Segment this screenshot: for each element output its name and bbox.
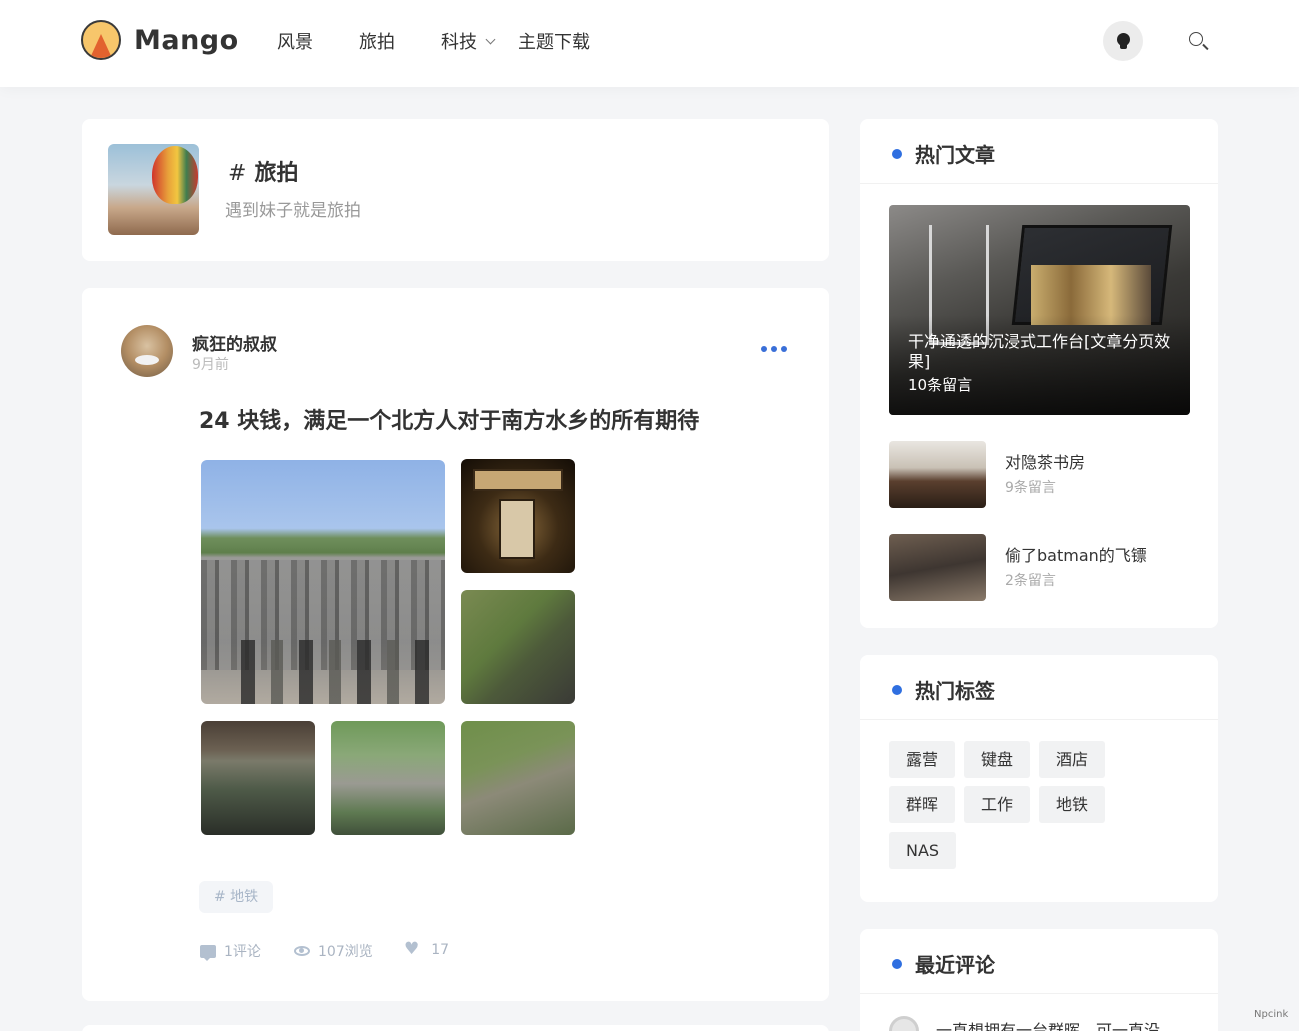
tag-item[interactable]: 酒店 <box>1039 741 1106 778</box>
hot-post-count: 9条留言 <box>1005 480 1056 496</box>
tag-item[interactable]: NAS <box>889 832 957 869</box>
hot-post-title: 偷了batman的飞镖 <box>1005 546 1147 565</box>
mango-logo-icon <box>81 20 121 60</box>
post-tag[interactable]: # 地铁 <box>199 881 274 913</box>
lightbulb-icon <box>1116 32 1130 49</box>
heart-icon: ♥ <box>404 939 420 959</box>
painting-detail <box>499 499 535 559</box>
bullet-dot-icon <box>892 685 902 695</box>
widget-title: 热门标签 <box>915 679 995 703</box>
tag-item[interactable]: 露营 <box>889 741 956 778</box>
post-photo[interactable] <box>331 721 445 835</box>
search-icon <box>1189 32 1203 46</box>
next-post-card <box>82 1025 829 1031</box>
more-dot-icon <box>781 346 787 352</box>
comment-icon <box>200 944 216 961</box>
chevron-down-icon <box>485 34 496 44</box>
nav-item-scenery[interactable]: 风景 <box>277 28 313 54</box>
category-name: 旅拍 <box>254 161 299 186</box>
nav-item-travel[interactable]: 旅拍 <box>359 28 395 54</box>
view-count-label: 107浏览 <box>318 944 373 960</box>
author-avatar[interactable] <box>121 325 173 377</box>
site-logo[interactable]: Mango <box>81 20 239 60</box>
post-time: 9月前 <box>192 357 229 373</box>
like-button[interactable]: ♥ 17 <box>404 941 449 958</box>
more-dot-icon <box>761 346 767 352</box>
widget-header: 最近评论 <box>860 929 1218 994</box>
hot-post-item[interactable]: 偷了batman的飞镖 2条留言 <box>889 534 1189 601</box>
category-thumbnail <box>108 144 199 235</box>
brand-name: Mango <box>134 24 239 56</box>
search-icon-handle <box>1202 43 1209 51</box>
widget-header: 热门标签 <box>860 655 1218 720</box>
widget-title: 最近评论 <box>915 953 995 977</box>
post-photo[interactable] <box>201 460 445 704</box>
category-description: 遇到妹子就是旅拍 <box>225 201 361 221</box>
comment-count-label: 1评论 <box>224 944 261 960</box>
featured-post[interactable]: 干净通透的沉浸式工作台[文章分页效果] 10条留言 <box>889 205 1190 415</box>
hot-air-balloon-image <box>152 146 198 204</box>
hot-post-thumbnail <box>889 441 986 508</box>
tag-item[interactable]: 工作 <box>964 786 1031 823</box>
post-photo[interactable] <box>461 721 575 835</box>
more-options-button[interactable] <box>761 346 787 352</box>
recent-comment-text[interactable]: 一直想拥有一台群晖，可一直没 <box>936 1017 1160 1031</box>
theme-toggle-button[interactable] <box>1103 21 1143 61</box>
category-card <box>82 119 829 261</box>
search-button[interactable] <box>1187 30 1209 52</box>
more-dot-icon <box>771 346 777 352</box>
site-header: Mango 风景 旅拍 科技 主题下载 <box>0 0 1299 87</box>
nav-item-tech-label: 科技 <box>441 32 477 53</box>
nav-item-tech[interactable]: 科技 <box>441 28 496 54</box>
category-title: # 旅拍 <box>228 155 298 187</box>
bullet-dot-icon <box>892 959 902 969</box>
post-photo[interactable] <box>201 721 315 835</box>
featured-post-count: 10条留言 <box>908 376 973 394</box>
people-detail <box>241 640 441 704</box>
widget-title: 热门文章 <box>915 143 995 167</box>
tag-item[interactable]: 地铁 <box>1039 786 1106 823</box>
hash-symbol: # <box>228 161 247 186</box>
bullet-dot-icon <box>892 149 902 159</box>
post-photo[interactable] <box>461 459 575 573</box>
post-card <box>82 288 829 1001</box>
view-count: 107浏览 <box>294 941 373 961</box>
hot-post-item[interactable]: 对隐茶书房 9条留言 <box>889 441 1189 508</box>
hot-tags-widget: 热门标签 露营 键盘 酒店 群晖 工作 地铁 NAS <box>860 655 1218 902</box>
hot-post-count: 2条留言 <box>1005 573 1056 589</box>
hot-post-thumbnail <box>889 534 986 601</box>
tag-item[interactable]: 群晖 <box>889 786 956 823</box>
main-nav: 风景 旅拍 科技 主题下载 <box>277 28 636 54</box>
post-title[interactable]: 24 块钱，满足一个北方人对于南方水乡的所有期待 <box>199 403 699 435</box>
like-count-label: 17 <box>431 941 450 958</box>
hot-posts-widget: 热门文章 干净通透的沉浸式工作台[文章分页效果] 10条留言 对隐茶书房 9条留… <box>860 119 1218 628</box>
widget-header: 热门文章 <box>860 119 1218 184</box>
comment-count[interactable]: 1评论 <box>200 941 261 961</box>
post-photo[interactable] <box>461 590 575 704</box>
nav-item-theme-download[interactable]: 主题下载 <box>518 28 590 54</box>
recent-comments-widget: 最近评论 一直想拥有一台群晖，可一直没 <box>860 929 1218 1031</box>
tag-item[interactable]: 键盘 <box>964 741 1031 778</box>
plaque-detail <box>473 469 563 491</box>
featured-post-title: 干净通透的沉浸式工作台[文章分页效果] <box>908 332 1171 371</box>
watermark: Npcink <box>1254 1009 1289 1020</box>
commenter-avatar[interactable] <box>889 1016 919 1031</box>
hot-post-title: 对隐茶书房 <box>1005 453 1086 472</box>
eye-icon <box>294 946 310 956</box>
author-name[interactable]: 疯狂的叔叔 <box>192 330 277 355</box>
